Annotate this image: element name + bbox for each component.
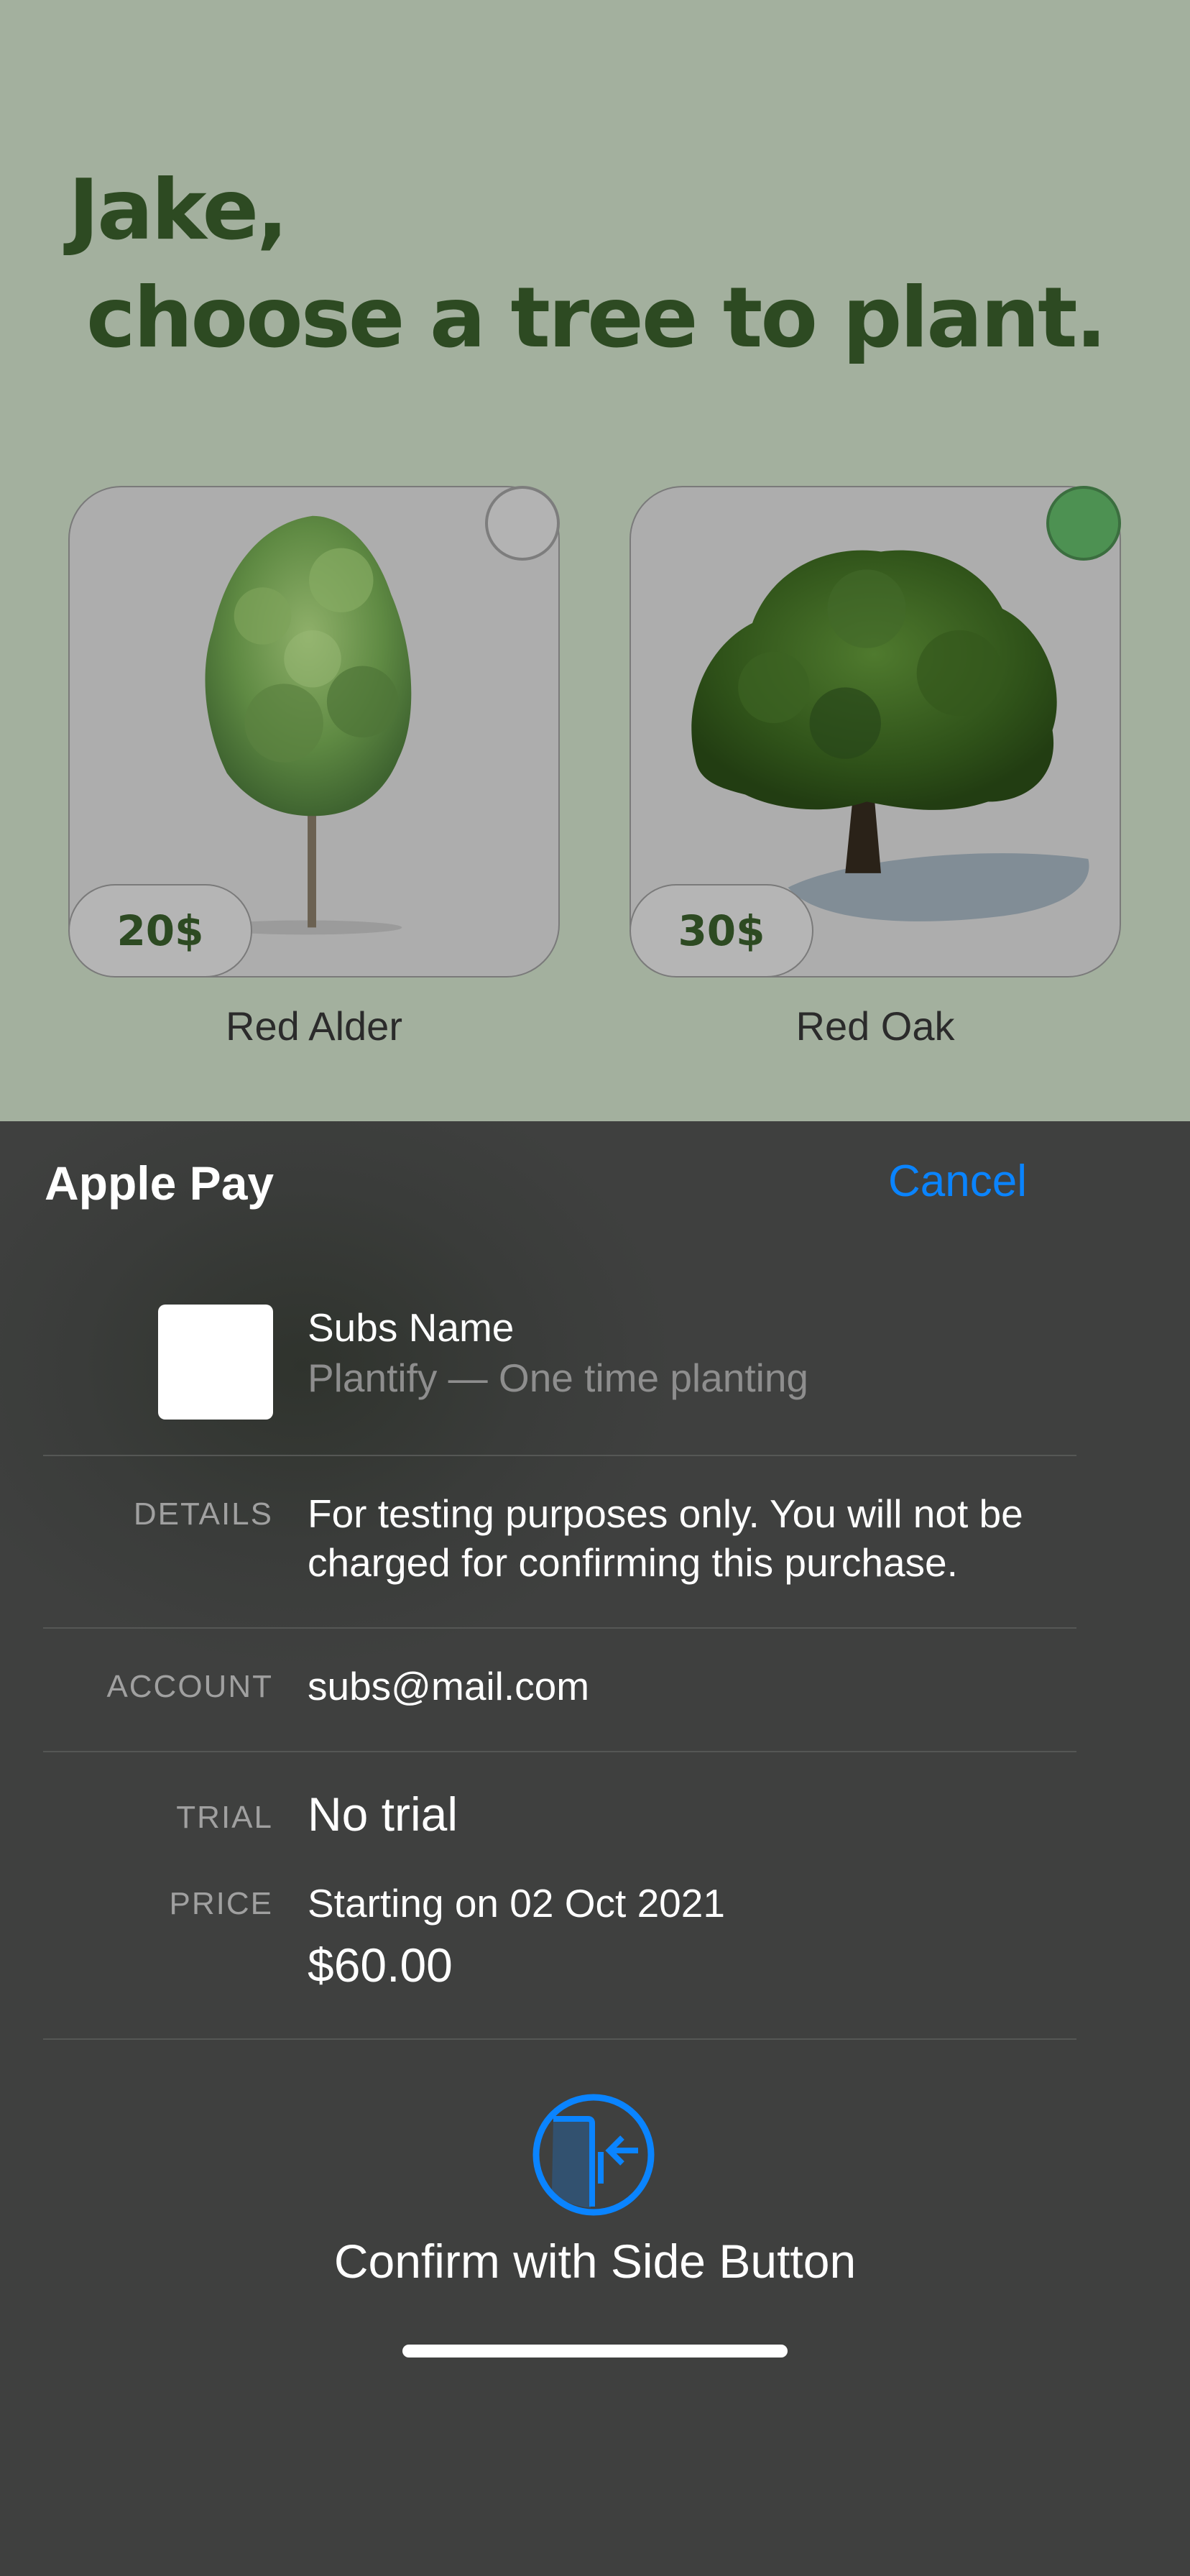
merchant-name: Subs Name: [308, 1305, 515, 1350]
merchant-image: [158, 1305, 273, 1420]
greeting-line-1: Jake,: [68, 162, 288, 259]
price-tag-red-alder: 20$: [68, 884, 252, 978]
select-radio-red-alder[interactable]: [485, 486, 560, 561]
tree-name-red-alder: Red Alder: [226, 1003, 402, 1049]
trial-label: TRIAL: [176, 1800, 273, 1835]
tree-name-red-oak: Red Oak: [795, 1003, 955, 1049]
account-label: ACCOUNT: [106, 1669, 273, 1704]
home-indicator[interactable]: [402, 2345, 788, 2358]
price-label: PRICE: [169, 1886, 273, 1921]
divider: [43, 2038, 1076, 2040]
page-title: Jake, choose a tree to plant.: [68, 157, 1107, 372]
select-radio-red-oak[interactable]: [1046, 486, 1121, 561]
tree-chooser-screen: Jake, choose a tree to plant. 20$ Red Al…: [0, 0, 1190, 1121]
side-button-icon: [532, 2094, 655, 2216]
price-start-date: Starting on 02 Oct 2021: [308, 1881, 725, 1926]
details-label: DETAILS: [133, 1496, 273, 1532]
confirm-instruction: Confirm with Side Button: [333, 2235, 857, 2288]
apple-pay-sheet: Apple Pay Cancel Subs Name Plantify — On…: [0, 1121, 1190, 2576]
price-amount: $60.00: [308, 1938, 453, 1992]
trial-value: No trial: [308, 1788, 458, 1841]
divider: [43, 1751, 1076, 1752]
greeting-line-2: choose a tree to plant.: [86, 270, 1107, 367]
cancel-button[interactable]: Cancel: [888, 1156, 1027, 1207]
price-tag-red-oak: 30$: [629, 884, 813, 978]
details-text: For testing purposes only. You will not …: [308, 1491, 1023, 1585]
account-value[interactable]: subs@mail.com: [308, 1662, 589, 1711]
divider: [43, 1627, 1076, 1629]
divider: [43, 1455, 1076, 1456]
merchant-description: Plantify — One time planting: [308, 1356, 809, 1400]
apple-pay-title: Apple Pay: [45, 1156, 275, 1210]
